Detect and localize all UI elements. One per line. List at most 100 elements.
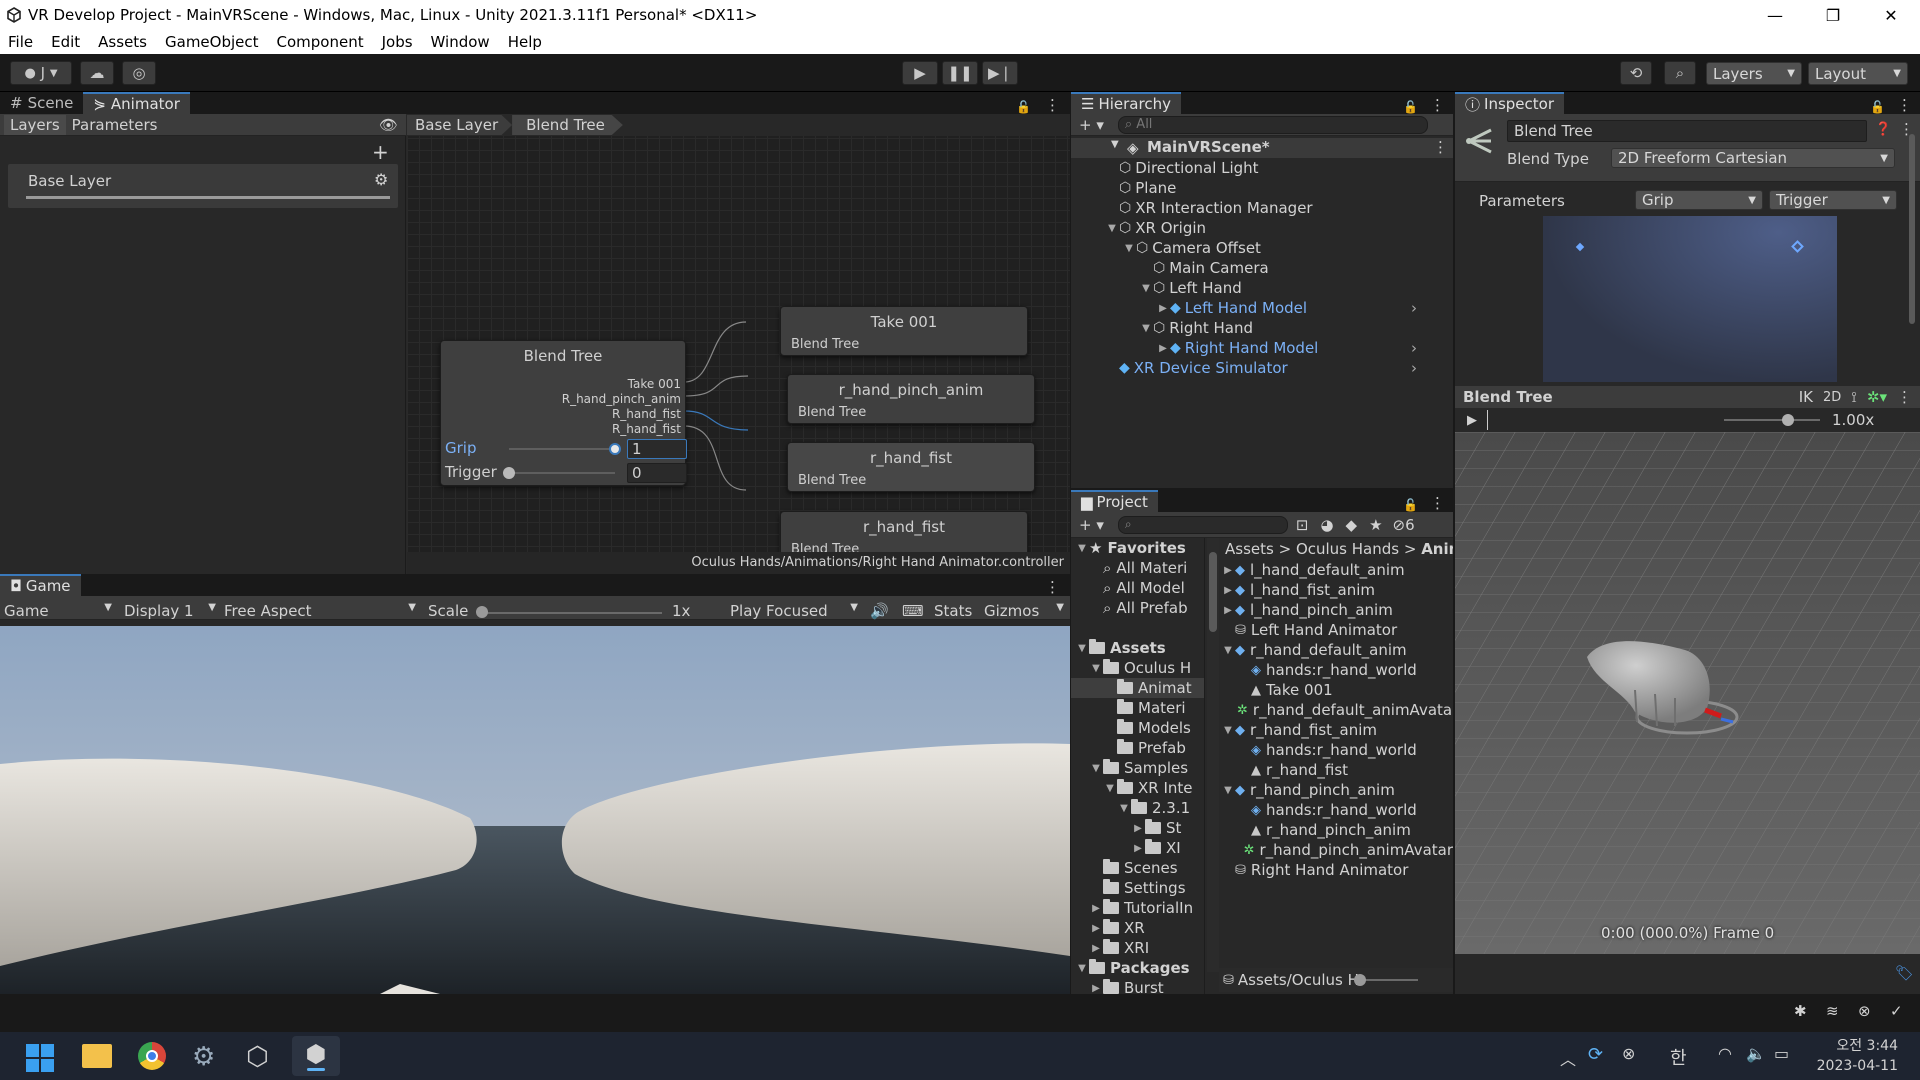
project-tree-item[interactable]: Scenes: [1071, 858, 1204, 878]
param-x-dropdown[interactable]: Grip ▼: [1635, 190, 1763, 210]
battery-icon[interactable]: ▭: [1774, 1044, 1789, 1063]
project-tree-item[interactable]: ▶ XRI: [1071, 938, 1204, 958]
tab-layers[interactable]: Layers: [4, 114, 66, 135]
asset-item[interactable]: ▼ ◆ r_hand_default_anim: [1219, 640, 1453, 660]
expand-arrow-icon[interactable]: ▼: [1221, 725, 1235, 736]
expand-arrow-icon[interactable]: ▶: [1131, 823, 1145, 834]
project-tree-item[interactable]: ▶ XR: [1071, 918, 1204, 938]
asset-item[interactable]: ▶ ◆ l_hand_fist_anim: [1219, 580, 1453, 600]
preview-viewport[interactable]: 0:00 (000.0%) Frame 0: [1455, 432, 1920, 954]
asset-item[interactable]: ⛁ Left Hand Animator: [1219, 620, 1453, 640]
asset-item[interactable]: ▲ r_hand_pinch_anim: [1219, 820, 1453, 840]
project-tree-item[interactable]: ⌕ All Materi: [1071, 558, 1204, 578]
lock-icon[interactable]: 🔓: [1016, 100, 1031, 114]
hierarchy-item[interactable]: ⬡ Plane: [1105, 178, 1176, 198]
create-asset-button[interactable]: + ▾: [1079, 516, 1104, 534]
kebab-menu-icon[interactable]: ⋮: [1430, 494, 1445, 512]
account-dropdown[interactable]: ● J ▼: [10, 61, 72, 85]
ime-indicator[interactable]: 한: [1670, 1044, 1687, 1070]
project-tree-item[interactable]: [1071, 618, 1204, 638]
kebab-menu-icon[interactable]: ⋮: [1045, 96, 1060, 114]
param-y-dropdown[interactable]: Trigger ▼: [1769, 190, 1897, 210]
hierarchy-item[interactable]: ⬡ XR Interaction Manager: [1105, 198, 1313, 218]
expand-arrow-icon[interactable]: ▶: [1089, 983, 1103, 994]
asset-item[interactable]: ▼ ◆ r_hand_fist_anim: [1219, 720, 1453, 740]
expand-arrow-icon[interactable]: ▼: [1089, 663, 1103, 674]
motion-node-take001[interactable]: Take 001 Blend Tree: [780, 306, 1028, 356]
expand-arrow-icon[interactable]: ▶: [1131, 843, 1145, 854]
speed-slider[interactable]: [1724, 414, 1820, 426]
project-tree-item[interactable]: ⌕ All Prefab: [1071, 598, 1204, 618]
hierarchy-item[interactable]: ▼ ⬡ Left Hand: [1139, 278, 1242, 298]
expand-arrow-icon[interactable]: ▼: [1117, 803, 1131, 814]
asset-item[interactable]: ⛁ Right Hand Animator: [1219, 860, 1453, 880]
asset-item[interactable]: ▶ ◆ l_hand_pinch_anim: [1219, 600, 1453, 620]
close-window-button[interactable]: ✕: [1862, 0, 1920, 30]
restore-button[interactable]: ❐: [1804, 0, 1862, 30]
tab-game[interactable]: ◘ Game: [0, 574, 81, 596]
2d-toggle[interactable]: 2D: [1823, 390, 1841, 405]
expand-arrow-icon[interactable]: ▼: [1139, 283, 1153, 294]
hierarchy-search-input[interactable]: ⌕ All: [1117, 115, 1428, 134]
hierarchy-item[interactable]: ⬡ Main Camera: [1139, 258, 1269, 278]
lock-icon[interactable]: 🔓: [1870, 100, 1885, 114]
play-mode-dropdown[interactable]: Play Focused ▼: [730, 602, 858, 620]
trigger-value-field[interactable]: 0: [627, 463, 687, 483]
menu-component[interactable]: Component: [277, 33, 364, 51]
chevron-right-icon[interactable]: ›: [1411, 299, 1417, 317]
kebab-menu-icon[interactable]: ⋮: [1897, 96, 1912, 114]
breadcrumb-animations[interactable]: Anima: [1421, 540, 1453, 558]
scale-slider-track[interactable]: [482, 612, 662, 614]
stats-button[interactable]: Stats: [934, 602, 972, 620]
menu-window[interactable]: Window: [431, 33, 490, 51]
layout-dropdown[interactable]: Layout ▼: [1808, 62, 1908, 85]
volume-icon[interactable]: 🔈: [1746, 1044, 1766, 1063]
project-tree-item[interactable]: Animat: [1071, 678, 1204, 698]
motion-node-fist-1[interactable]: r_hand_fist Blend Tree: [787, 442, 1035, 492]
hierarchy-item[interactable]: ▼ ⬡ XR Origin: [1105, 218, 1206, 238]
expand-arrow-icon[interactable]: ▼: [1122, 243, 1136, 254]
clock[interactable]: 오전 3:44 2023-04-11: [1814, 1036, 1898, 1076]
help-icon[interactable]: ❓: [1875, 122, 1891, 137]
project-tree-item[interactable]: ▶ St: [1071, 818, 1204, 838]
project-tree-item[interactable]: ▼ ★ Favorites: [1071, 538, 1204, 558]
label-filter-icon[interactable]: ◆: [1346, 516, 1358, 534]
preview-play-button[interactable]: ▶: [1467, 413, 1477, 428]
collab-icon[interactable]: ◎: [122, 61, 156, 85]
asset-item[interactable]: ▲ r_hand_fist: [1219, 760, 1453, 780]
asset-item[interactable]: ▶ ◆ l_hand_default_anim: [1219, 560, 1453, 580]
project-tree-item[interactable]: Materi: [1071, 698, 1204, 718]
expand-arrow-icon[interactable]: ▼: [1103, 783, 1117, 794]
tab-hierarchy[interactable]: ☰ Hierarchy: [1071, 92, 1181, 114]
expand-arrow-icon[interactable]: ▼: [1089, 763, 1103, 774]
chevron-right-icon[interactable]: ›: [1411, 359, 1417, 377]
project-tree-item[interactable]: ▼ Assets: [1071, 638, 1204, 658]
cloud-icon[interactable]: ☁: [80, 61, 114, 85]
unity-hub-icon[interactable]: ⬡: [246, 1042, 269, 1072]
expand-arrow-icon[interactable]: ▼: [1105, 223, 1119, 234]
expand-arrow-icon[interactable]: ▼: [1221, 645, 1235, 656]
grip-value-field[interactable]: 1: [627, 439, 687, 459]
layers-stack-icon[interactable]: ≋: [1826, 1002, 1839, 1020]
project-tree-item[interactable]: ▶ Burst: [1071, 978, 1204, 994]
project-tree-item[interactable]: ▶ XI: [1071, 838, 1204, 858]
motion-node-pinch[interactable]: r_hand_pinch_anim Blend Tree: [787, 374, 1035, 424]
tab-scene[interactable]: # Scene: [0, 92, 83, 114]
add-layer-button[interactable]: +: [372, 140, 389, 164]
hierarchy-item[interactable]: ⬡ Directional Light: [1105, 158, 1259, 178]
asset-item[interactable]: ▲ Take 001: [1219, 680, 1453, 700]
gear-icon[interactable]: ⚙: [374, 170, 388, 189]
expand-arrow-icon[interactable]: ▼: [1221, 785, 1235, 796]
add-object-button[interactable]: + ▾: [1079, 116, 1104, 134]
menu-gameobject[interactable]: GameObject: [165, 33, 259, 51]
expand-arrow-icon[interactable]: ▶: [1221, 565, 1235, 576]
asset-item[interactable]: ◈ hands:r_hand_world: [1219, 800, 1453, 820]
tab-animator[interactable]: ⋟ Animator: [83, 92, 190, 114]
file-explorer-icon[interactable]: [82, 1044, 112, 1068]
menu-help[interactable]: Help: [508, 33, 542, 51]
game-viewport[interactable]: [0, 626, 1070, 994]
project-tree-item[interactable]: ▼ XR Inte: [1071, 778, 1204, 798]
menu-edit[interactable]: Edit: [51, 33, 80, 51]
tree-scrollbar[interactable]: [1207, 538, 1219, 972]
windows-start-icon[interactable]: [26, 1044, 54, 1072]
